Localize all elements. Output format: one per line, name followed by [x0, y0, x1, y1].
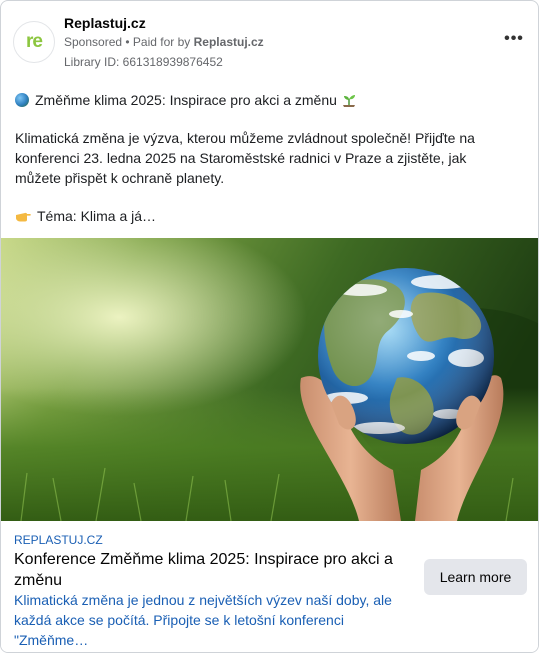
- post-theme-line: Téma: Klima a já…: [15, 206, 515, 226]
- post-paragraph: Klimatická změna je výzva, kterou můžeme…: [15, 130, 475, 186]
- ad-image[interactable]: [1, 238, 538, 521]
- post-headline: Změňme klima 2025: Inspirace pro akci a …: [35, 92, 337, 108]
- globe-emoji-icon: [15, 93, 29, 107]
- library-id: Library ID: 661318939876452: [64, 55, 223, 69]
- sponsored-label: Sponsored: [64, 35, 123, 49]
- advertiser-name[interactable]: Replastuj.cz: [64, 15, 146, 31]
- link-title[interactable]: Konference Změňme klima 2025: Inspirace …: [14, 549, 409, 591]
- link-description[interactable]: Klimatická změna je jednou z největších …: [14, 590, 419, 650]
- post-body: Změňme klima 2025: Inspirace pro akci a …: [15, 90, 515, 226]
- theme-text: Téma: Klima a já…: [37, 208, 157, 224]
- advertiser-avatar[interactable]: re: [13, 21, 55, 63]
- link-preview[interactable]: REPLASTUJ.CZ Konference Změňme klima 202…: [1, 521, 538, 652]
- learn-more-button[interactable]: Learn more: [424, 559, 527, 595]
- post-header: re Replastuj.cz Sponsored • Paid for by …: [13, 15, 528, 71]
- post-headline-line: Změňme klima 2025: Inspirace pro akci a …: [15, 90, 515, 110]
- paid-for-by: Replastuj.cz: [193, 35, 264, 49]
- earth-in-hands-image: [1, 238, 538, 521]
- sponsored-line: Sponsored • Paid for by Replastuj.cz: [64, 35, 264, 49]
- seedling-emoji-icon: [342, 95, 355, 107]
- pointing-hand-emoji-icon: [16, 212, 31, 222]
- more-options-icon[interactable]: •••: [502, 27, 526, 51]
- ad-card: re Replastuj.cz Sponsored • Paid for by …: [0, 0, 539, 653]
- paid-for-prefix: • Paid for by: [125, 35, 191, 49]
- link-domain[interactable]: REPLASTUJ.CZ: [14, 533, 103, 547]
